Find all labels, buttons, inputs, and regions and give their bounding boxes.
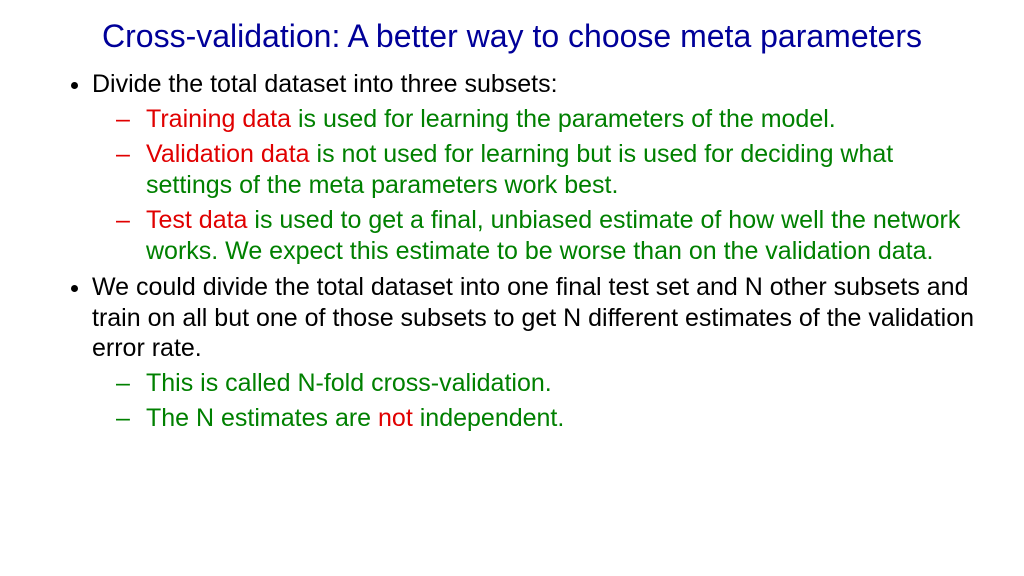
indep-not: not (378, 404, 413, 432)
indep-post: independent. (413, 404, 565, 432)
sublist-1: Training data is used for learning the p… (98, 104, 984, 267)
subbullet-test: Test data is used to get a final, unbias… (140, 205, 984, 266)
training-term: Training data (146, 105, 291, 133)
subbullet-independent: The N estimates are not independent. (140, 403, 984, 434)
sublist-2: This is called N-fold cross-validation. … (98, 368, 984, 434)
bullet-2: We could divide the total dataset into o… (92, 272, 984, 434)
bullet-1-text: Divide the total dataset into three subs… (92, 69, 984, 100)
indep-pre: The N estimates are (146, 404, 378, 432)
slide-title: Cross-validation: A better way to choose… (40, 18, 984, 55)
bullet-list: Divide the total dataset into three subs… (40, 69, 984, 434)
subbullet-training: Training data is used for learning the p… (140, 104, 984, 135)
validation-term: Validation data (146, 140, 310, 168)
nfold-text: This is called N-fold cross-validation. (146, 369, 552, 397)
slide: Cross-validation: A better way to choose… (0, 0, 1024, 576)
subbullet-validation: Validation data is not used for learning… (140, 139, 984, 200)
test-term: Test data (146, 206, 247, 234)
bullet-1: Divide the total dataset into three subs… (92, 69, 984, 266)
subbullet-nfold: This is called N-fold cross-validation. (140, 368, 984, 399)
test-desc: is used to get a final, unbiased estimat… (146, 206, 960, 265)
bullet-2-text: We could divide the total dataset into o… (92, 272, 984, 364)
training-desc: is used for learning the parameters of t… (291, 105, 836, 133)
